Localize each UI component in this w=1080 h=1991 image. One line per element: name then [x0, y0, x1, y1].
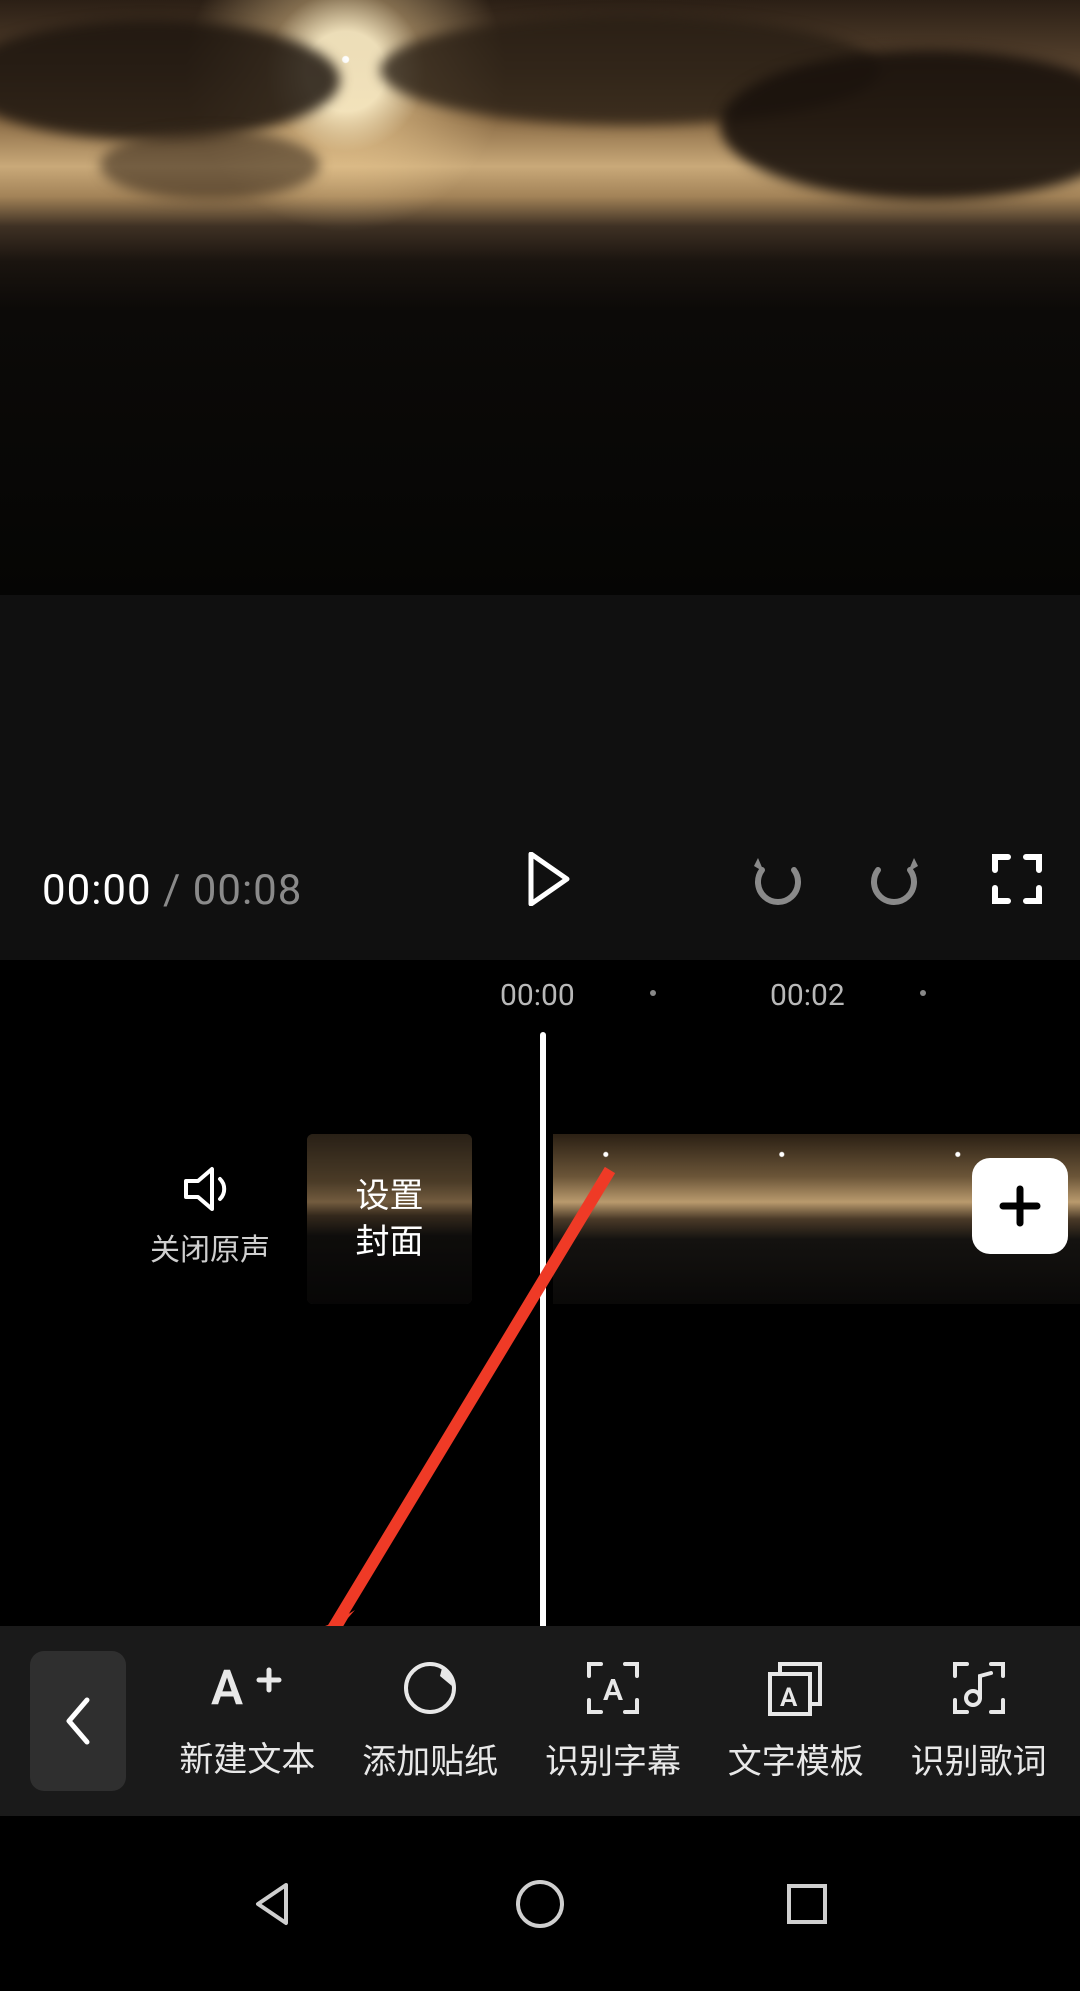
svg-text:A: A [780, 1683, 798, 1713]
total-duration: 00:08 [193, 866, 303, 915]
system-nav-bar [0, 1816, 1080, 1991]
auto-caption-button[interactable]: A 识别字幕 [528, 1660, 698, 1783]
set-cover-button[interactable]: 设置 封面 [307, 1134, 472, 1304]
svg-text:A: A [603, 1673, 623, 1708]
toolbar-back-button[interactable] [30, 1651, 126, 1791]
add-sticker-button[interactable]: 添加贴纸 [345, 1660, 515, 1783]
nav-back-button[interactable] [238, 1869, 308, 1939]
playback-time: 00:00 / 00:08 [42, 866, 302, 915]
ruler-tick-0: 00:00 [500, 978, 575, 1013]
clip-thumbnail[interactable] [553, 1134, 729, 1304]
video-editor: 00:00 / 00:08 00:00 00:02 关闭原声 [0, 0, 1080, 1991]
video-preview[interactable] [0, 0, 1080, 595]
speaker-icon [182, 1165, 238, 1213]
mute-label: 关闭原声 [150, 1225, 270, 1269]
play-button[interactable] [527, 852, 571, 906]
circle-home-icon [513, 1877, 567, 1931]
play-icon [527, 852, 571, 906]
text-toolbar: A 新建文本 添加贴纸 A 识别字幕 [0, 1626, 1080, 1816]
square-recents-icon [784, 1881, 830, 1927]
nav-recents-button[interactable] [772, 1869, 842, 1939]
sticker-icon [402, 1660, 458, 1716]
undo-icon [752, 856, 802, 906]
caption-scan-icon: A [585, 1660, 641, 1716]
svg-text:A: A [211, 1660, 243, 1714]
plus-icon [997, 1183, 1043, 1229]
undo-button[interactable] [752, 856, 802, 906]
ruler-dot [650, 990, 656, 996]
lyrics-scan-icon [951, 1660, 1007, 1716]
fullscreen-button[interactable] [992, 854, 1042, 904]
text-template-icon: A [766, 1660, 826, 1716]
chevron-left-icon [63, 1696, 93, 1746]
text-add-icon: A [211, 1660, 283, 1714]
preview-gap [0, 595, 1080, 980]
current-time: 00:00 [42, 866, 152, 915]
mute-original-audio[interactable]: 关闭原声 [150, 1165, 270, 1269]
ruler-tick-2: 00:02 [770, 978, 845, 1013]
ruler-dot [920, 990, 926, 996]
redo-button[interactable] [870, 856, 920, 906]
fullscreen-icon [992, 854, 1042, 904]
nav-home-button[interactable] [505, 1869, 575, 1939]
new-text-button[interactable]: A 新建文本 [162, 1660, 332, 1783]
recognize-lyrics-button[interactable]: 识别歌词 [894, 1660, 1064, 1783]
time-ruler[interactable]: 00:00 00:02 [0, 960, 1080, 1032]
add-clip-button[interactable] [972, 1158, 1068, 1254]
triangle-back-icon [248, 1879, 298, 1929]
redo-icon [870, 856, 920, 906]
text-template-button[interactable]: A 文字模板 [711, 1660, 881, 1783]
clip-thumbnail[interactable] [729, 1134, 905, 1304]
